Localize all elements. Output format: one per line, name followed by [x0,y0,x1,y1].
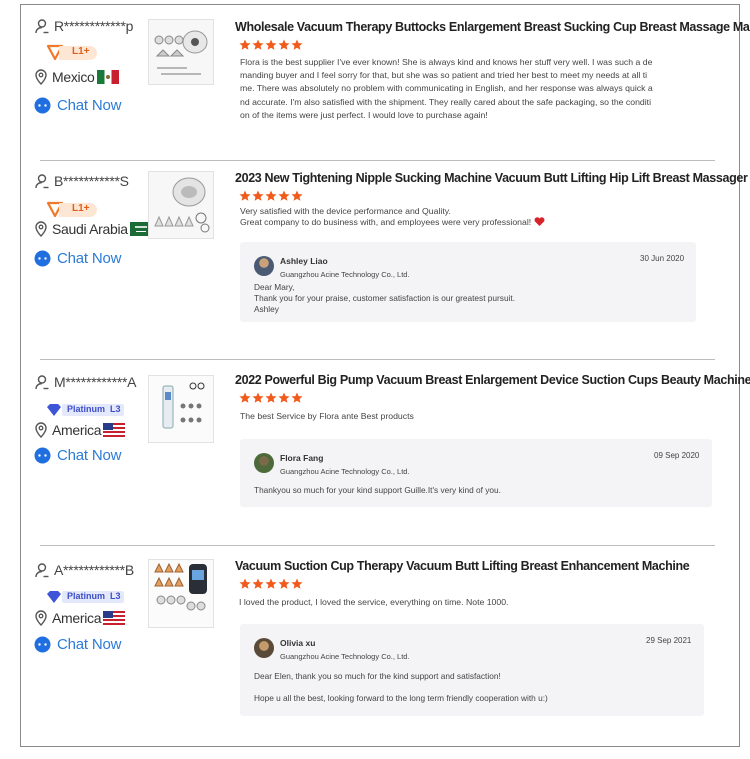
review-text: I loved the product, I loved the service… [239,597,509,607]
chat-icon [34,97,51,114]
product-image[interactable] [148,559,214,628]
star-icon [278,190,290,201]
chat-now-button[interactable]: Chat Now [34,250,121,267]
star-icon [252,578,264,589]
star-icon [291,392,303,403]
user-icon [35,375,49,390]
chat-icon [34,447,51,464]
product-title[interactable]: 2022 Powerful Big Pump Vacuum Breast Enl… [235,373,750,387]
star-icon [278,39,290,50]
reply-company: Guangzhou Acine Technology Co., Ltd. [280,467,410,476]
seller-reply: Olivia xu Guangzhou Acine Technology Co.… [240,624,704,716]
review-text: Very satisfied with the device performan… [240,206,668,228]
star-rating [239,578,715,590]
star-rating [239,392,715,404]
star-rating [239,39,715,51]
buyer-name: A************B [54,562,134,578]
user-icon [35,563,49,578]
product-image[interactable] [148,19,214,85]
country-name: America [52,610,102,626]
star-icon [252,190,264,201]
star-icon [252,392,264,403]
product-title[interactable]: 2023 New Tightening Nipple Sucking Machi… [235,171,748,185]
star-icon [239,190,251,201]
reply-date: 29 Sep 2021 [646,636,692,645]
divider [40,160,715,161]
review-text: The best Service by Flora ante Best prod… [240,411,414,421]
heart-icon [534,217,545,226]
chat-now-button[interactable]: Chat Now [34,447,121,464]
level-number: L3 [110,404,121,414]
country-name: Mexico [52,69,95,85]
country-name: America [52,422,102,438]
buyer-name: M************A [54,374,137,390]
divider [40,545,715,546]
avatar [254,256,274,276]
usa-flag-icon [103,611,126,625]
chat-icon [34,250,51,267]
buyer-level-badge: Platinum L3 [46,402,126,418]
level-label: Platinum [67,591,106,601]
chat-now-button[interactable]: Chat Now [34,97,121,114]
review-text: Flora is the best supplier I've ever kno… [240,57,653,120]
reply-author: Olivia xu [280,638,316,648]
chat-now-label: Chat Now [57,250,122,267]
star-icon [265,190,277,201]
star-icon [291,190,303,201]
seller-reply: Flora Fang Guangzhou Acine Technology Co… [240,439,712,507]
buyer-name: B***********S [54,173,129,189]
reply-date: 30 Jun 2020 [640,254,685,263]
buyer-level-badge: Platinum L3 [46,589,126,605]
level-label: L1+ [72,46,90,57]
star-icon [239,392,251,403]
reply-text: Dear Mary, Thank you for your praise, cu… [254,282,516,314]
buyer-level-badge: L1+ [46,43,100,63]
star-icon [265,39,277,50]
reply-author: Flora Fang [280,453,324,463]
reply-text: Dear Elen, thank you so much for the kin… [254,671,548,703]
star-icon [265,578,277,589]
user-icon [35,174,49,189]
usa-flag-icon [103,423,126,437]
product-title[interactable]: Wholesale Vacuum Therapy Buttocks Enlarg… [235,20,750,34]
seller-reply: Ashley Liao Guangzhou Acine Technology C… [240,242,696,322]
buyer-name: R************p [54,18,134,34]
mexico-flag-icon [96,70,119,84]
location-pin-icon [35,69,47,85]
star-icon [291,578,303,589]
avatar [254,638,274,658]
user-icon [35,19,49,34]
chat-now-label: Chat Now [57,97,122,114]
level-label: Platinum [67,404,106,414]
reply-text: Thankyou so much for your kind support G… [254,485,501,495]
chat-now-button[interactable]: Chat Now [34,636,121,653]
star-icon [265,392,277,403]
chat-now-label: Chat Now [57,447,122,464]
reply-company: Guangzhou Acine Technology Co., Ltd. [280,270,410,279]
star-icon [252,39,264,50]
level-number: L3 [110,591,121,601]
level-label: L1+ [72,203,90,214]
chat-now-label: Chat Now [57,636,122,653]
star-icon [239,39,251,50]
product-image[interactable] [148,375,214,443]
avatar [254,453,274,473]
star-icon [278,578,290,589]
chat-icon [34,636,51,653]
buyer-level-badge: L1+ [46,200,100,220]
reply-author: Ashley Liao [280,256,328,266]
country-name: Saudi Arabia [52,221,128,237]
product-title[interactable]: Vacuum Suction Cup Therapy Vacuum Butt L… [235,559,715,573]
star-rating [239,190,715,202]
product-image[interactable] [148,171,214,239]
star-icon [278,392,290,403]
location-pin-icon [35,221,47,237]
divider [40,359,715,360]
star-icon [239,578,251,589]
reply-company: Guangzhou Acine Technology Co., Ltd. [280,652,410,661]
location-pin-icon [35,610,47,626]
star-icon [291,39,303,50]
reply-date: 09 Sep 2020 [654,451,700,460]
location-pin-icon [35,422,47,438]
